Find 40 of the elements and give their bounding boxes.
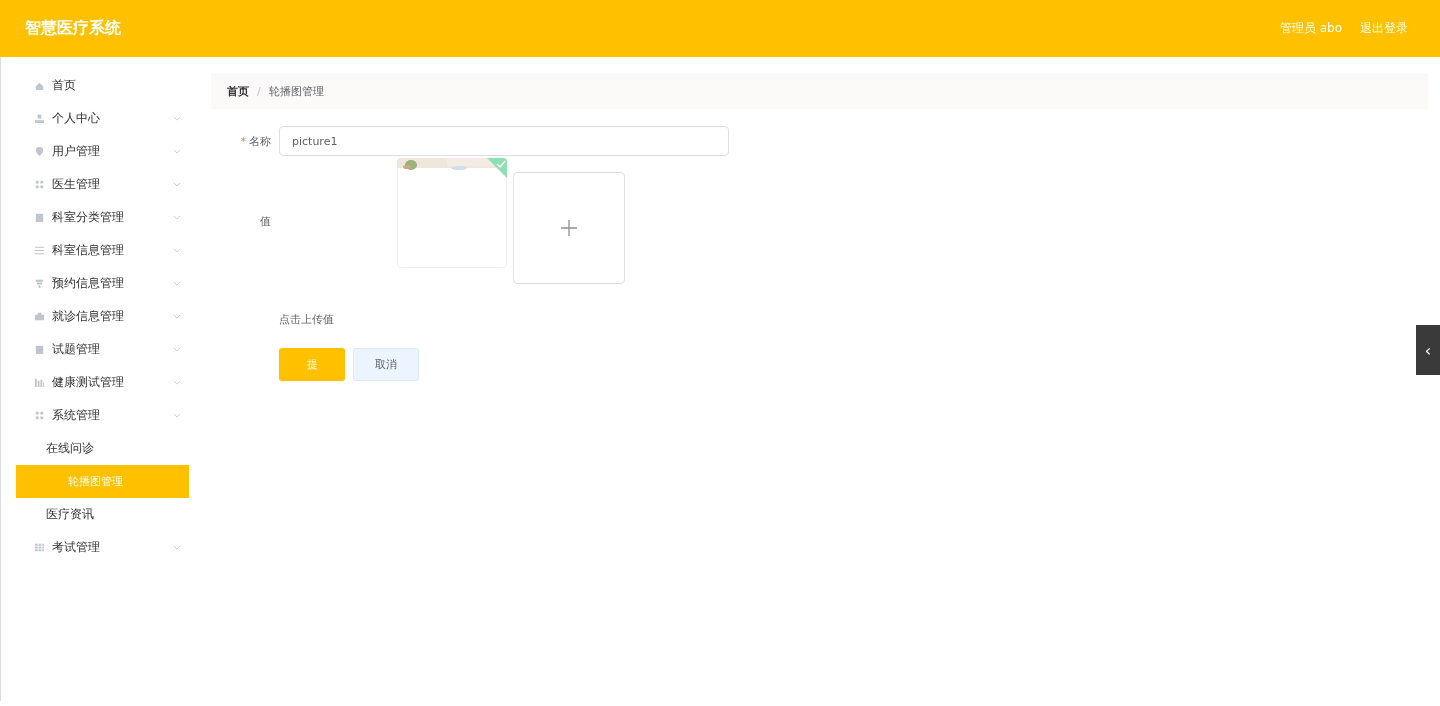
submenu-item[interactable]: 医疗资讯 xyxy=(16,498,189,531)
menu-item[interactable]: 科室信息管理 xyxy=(16,234,189,267)
menu-item[interactable]: 就诊信息管理 xyxy=(16,300,189,333)
grid-icon xyxy=(34,179,45,190)
pin-icon xyxy=(34,146,45,157)
person-icon xyxy=(34,113,45,124)
table-icon xyxy=(34,542,45,553)
breadcrumb-item: 轮播图管理 xyxy=(268,83,324,99)
grid-icon xyxy=(34,410,45,421)
clipboard-icon xyxy=(34,212,45,223)
user-name: 管理员 abo xyxy=(1279,20,1342,37)
field-label: 值 xyxy=(260,214,271,228)
upload-button[interactable] xyxy=(513,172,625,284)
upload-hint: 点击上传值 xyxy=(279,312,335,327)
cancel-button[interactable]: 取消 xyxy=(353,348,419,381)
menu-item[interactable]: 医生管理 xyxy=(16,168,189,201)
list-icon xyxy=(34,245,45,256)
house-icon xyxy=(34,80,45,91)
menu-item[interactable]: 科室分类管理 xyxy=(16,201,189,234)
menu-item[interactable]: 预约信息管理 xyxy=(16,267,189,300)
briefcase-icon xyxy=(34,311,45,322)
submenu-item[interactable]: 在线问诊 xyxy=(16,432,189,465)
required-mark: * xyxy=(240,134,246,148)
breadcrumb-separator: / xyxy=(257,84,261,98)
collapse-button[interactable]: ‹ xyxy=(1416,325,1440,375)
filter-icon xyxy=(34,278,45,289)
clipboard-icon xyxy=(34,344,45,355)
field-label: 名称 xyxy=(249,134,271,148)
menu-item[interactable]: 个人中心 xyxy=(16,102,189,135)
menu-item[interactable]: 首页 xyxy=(16,69,189,102)
menu-item[interactable]: 系统管理 xyxy=(16,399,189,432)
app-title: 智慧医疗系统 xyxy=(25,18,121,39)
menu-item[interactable]: 用户管理 xyxy=(16,135,189,168)
menu-item[interactable]: 健康测试管理 xyxy=(16,366,189,399)
bars-icon xyxy=(34,377,45,388)
name-input[interactable]: picture1 xyxy=(279,126,729,156)
menu-item[interactable]: 考试管理 xyxy=(16,531,189,564)
plus-icon xyxy=(560,219,578,237)
menu-item[interactable]: 试题管理 xyxy=(16,333,189,366)
breadcrumb-item[interactable]: 首页 xyxy=(227,83,249,99)
